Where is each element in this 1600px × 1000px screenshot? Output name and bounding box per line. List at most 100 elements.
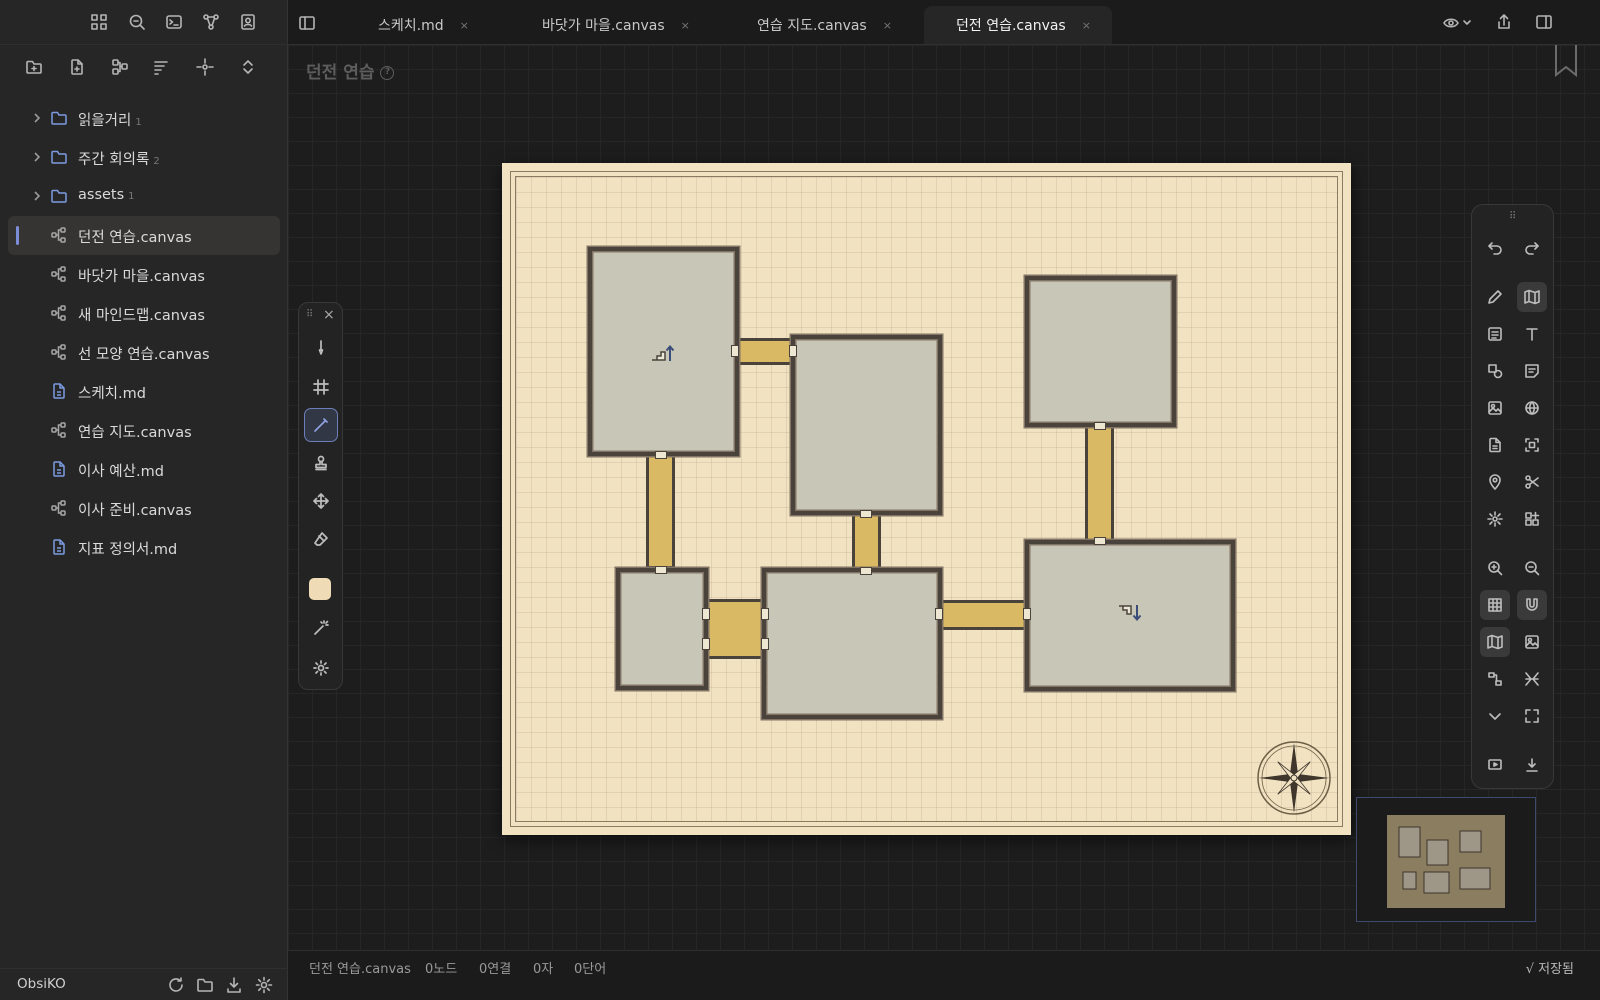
room[interactable] — [791, 335, 942, 515]
folder-item[interactable]: assets 1 — [8, 177, 280, 216]
help-icon[interactable]: ? — [380, 66, 395, 80]
corridor[interactable] — [938, 600, 1030, 630]
search-icon[interactable] — [127, 12, 147, 32]
folder-item[interactable]: 주간 회의록 2 — [8, 138, 280, 177]
widgets-button[interactable] — [1517, 504, 1547, 534]
file-item[interactable]: 연습 지도.canvas — [8, 411, 280, 450]
new-folder-icon[interactable] — [24, 57, 44, 77]
door[interactable] — [761, 638, 769, 650]
chevron-down-icon[interactable] — [1480, 701, 1510, 731]
file-item-active[interactable]: 던전 연습.canvas — [8, 216, 280, 255]
line-brush-tool-button[interactable] — [304, 408, 338, 442]
close-icon[interactable]: × — [460, 19, 469, 32]
tab-practice-map[interactable]: 연습 지도.canvas × — [757, 6, 892, 44]
pencil-button[interactable] — [1480, 282, 1510, 312]
sticky-note-button[interactable] — [1517, 356, 1547, 386]
contact-icon[interactable] — [238, 12, 258, 32]
map-view-button[interactable] — [1480, 627, 1510, 657]
stamp-tool-button[interactable] — [304, 446, 338, 480]
text-tool-button[interactable] — [1517, 319, 1547, 349]
undo-button[interactable] — [1480, 233, 1510, 263]
stairs-down-icon[interactable] — [1117, 603, 1143, 625]
minimap[interactable] — [1356, 797, 1536, 922]
door[interactable] — [655, 451, 667, 459]
file-item[interactable]: 선 모양 연습.canvas — [8, 333, 280, 372]
color-swatch[interactable] — [309, 578, 331, 600]
file-item[interactable]: 새 마인드맵.canvas — [8, 294, 280, 333]
close-icon[interactable]: × — [323, 307, 335, 323]
chevron-right-icon[interactable] — [30, 150, 44, 164]
sidebar-toggle-icon[interactable] — [296, 12, 318, 34]
corridor[interactable] — [703, 599, 767, 659]
share-icon[interactable] — [1493, 11, 1515, 33]
chevron-right-icon[interactable] — [30, 189, 44, 203]
canvas-icon[interactable] — [110, 57, 130, 77]
magnet-snap-button[interactable] — [1517, 590, 1547, 620]
door[interactable] — [860, 510, 872, 518]
corridor[interactable] — [1085, 423, 1114, 545]
presentation-button[interactable] — [1480, 750, 1510, 780]
connect-nodes-button[interactable] — [1480, 664, 1510, 694]
collapse-button[interactable] — [1517, 664, 1547, 694]
zoom-out-button[interactable] — [1517, 553, 1547, 583]
close-icon[interactable]: × — [883, 19, 892, 32]
door[interactable] — [1094, 537, 1106, 545]
vault-name[interactable]: ObsiKO — [17, 976, 66, 992]
corridor[interactable] — [646, 451, 675, 569]
door[interactable] — [761, 608, 769, 620]
redo-button[interactable] — [1517, 233, 1547, 263]
door[interactable] — [935, 608, 943, 620]
sparkle-button[interactable] — [1480, 504, 1510, 534]
tab-seaside-village[interactable]: 바닷가 마을.canvas × — [542, 6, 690, 44]
background-image-button[interactable] — [1517, 627, 1547, 657]
image-button[interactable] — [1480, 393, 1510, 423]
grid-tool-button[interactable] — [304, 370, 338, 404]
gear-icon[interactable] — [254, 975, 274, 995]
folder-open-icon[interactable] — [195, 975, 215, 995]
text-card-button[interactable] — [1480, 319, 1510, 349]
file-item[interactable]: 지표 정의서.md — [8, 528, 280, 567]
move-tool-button[interactable] — [304, 484, 338, 518]
stairs-up-icon[interactable] — [650, 341, 676, 363]
zoom-in-button[interactable] — [1480, 553, 1510, 583]
bookmark-icon[interactable] — [1554, 45, 1578, 77]
download-icon[interactable] — [224, 975, 244, 995]
eraser-tool-button[interactable] — [304, 522, 338, 556]
file-item[interactable]: 스케치.md — [8, 372, 280, 411]
door[interactable] — [702, 638, 710, 650]
pen-tool-button[interactable] — [304, 331, 338, 365]
fullscreen-button[interactable] — [1517, 701, 1547, 731]
export-button[interactable] — [1517, 750, 1547, 780]
select-area-button[interactable] — [1517, 430, 1547, 460]
grid-icon[interactable] — [89, 12, 109, 32]
close-icon[interactable]: × — [681, 19, 690, 32]
expand-collapse-icon[interactable] — [238, 57, 258, 77]
dungeon-map[interactable] — [502, 163, 1351, 835]
folder-item[interactable]: 읽을거리 1 — [8, 99, 280, 138]
door[interactable] — [789, 345, 797, 357]
file-item[interactable]: 이사 준비.canvas — [8, 489, 280, 528]
magic-wand-tool-button[interactable] — [304, 611, 338, 645]
terminal-icon[interactable] — [164, 12, 184, 32]
drag-grip-icon[interactable]: ⠿ — [1509, 211, 1516, 222]
corridor[interactable] — [734, 338, 794, 365]
grid-toggle-button[interactable] — [1480, 590, 1510, 620]
room[interactable] — [1025, 276, 1176, 427]
door[interactable] — [655, 566, 667, 574]
sort-icon[interactable] — [151, 57, 171, 77]
door[interactable] — [1023, 608, 1031, 620]
tab-dungeon-practice[interactable]: 던전 연습.canvas × — [924, 6, 1112, 44]
door[interactable] — [731, 345, 739, 357]
graph-icon[interactable] — [201, 12, 221, 32]
door[interactable] — [860, 567, 872, 575]
room[interactable] — [762, 568, 942, 719]
settings-tool-button[interactable] — [304, 651, 338, 685]
scissors-button[interactable] — [1517, 467, 1547, 497]
corridor[interactable] — [852, 511, 881, 573]
map-mode-button[interactable] — [1517, 282, 1547, 312]
file-card-button[interactable] — [1480, 430, 1510, 460]
file-item[interactable]: 바닷가 마을.canvas — [8, 255, 280, 294]
sync-icon[interactable] — [166, 975, 186, 995]
chevron-right-icon[interactable] — [30, 111, 44, 125]
close-icon[interactable]: × — [1082, 19, 1091, 32]
